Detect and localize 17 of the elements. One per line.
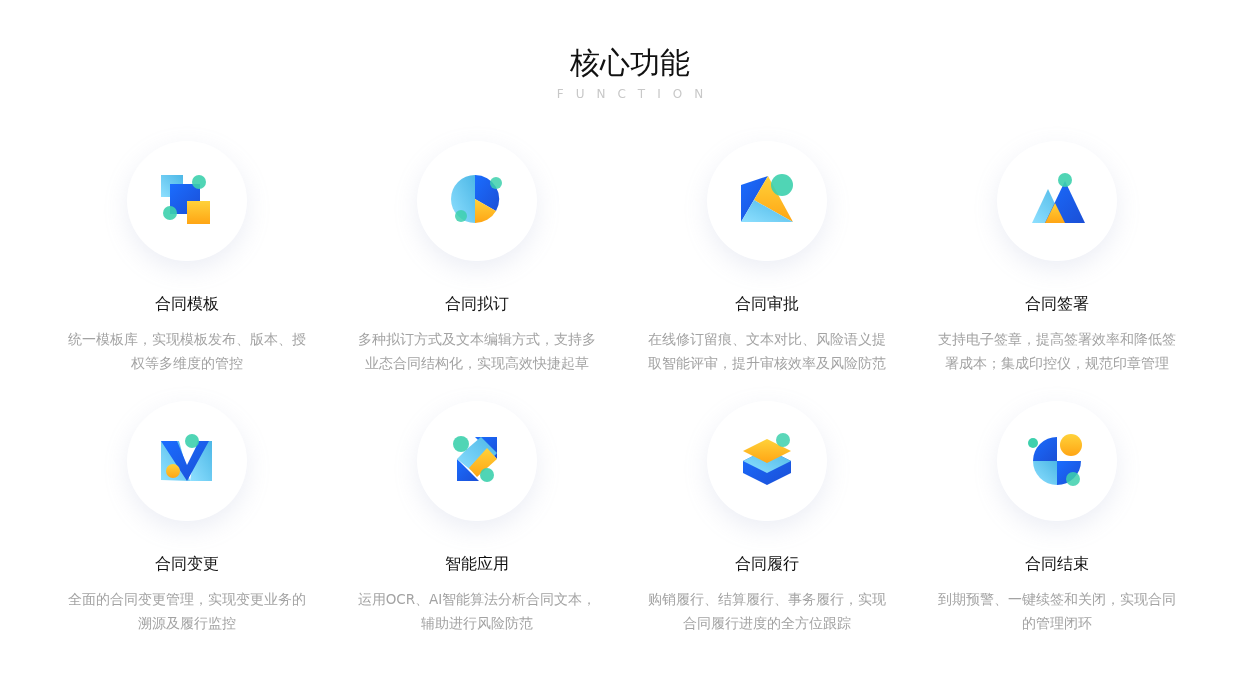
feature-description: 运用OCR、AI智能算法分析合同文本，辅助进行风险防范 [356,590,598,633]
feature-description: 统一模板库，实现模板发布、版本、授权等多维度的管控 [67,330,307,373]
feature-title: 合同拟订 [445,293,509,315]
feature-description: 购销履行、结算履行、事务履行，实现合同履行进度的全方位跟踪 [647,590,887,633]
feature-description: 到期预警、一键续签和关闭，实现合同的管理闭环 [937,590,1177,633]
feature-title: 合同履行 [735,553,799,575]
feature-description: 全面的合同变更管理，实现变更业务的溯源及履行监控 [67,590,307,633]
section-title: 核心功能 [570,44,690,82]
feature-description: 支持电子签章，提高签署效率和降低签署成本；集成印控仪，规范印章管理 [937,330,1177,373]
feature-title: 合同审批 [735,293,799,315]
feature-title: 合同签署 [1025,293,1089,315]
feature-description: 在线修订留痕、文本对比、风险语义提取智能评审，提升审核效率及风险防范 [647,330,887,373]
feature-title: 合同结束 [1025,553,1089,575]
feature-title: 合同变更 [155,553,219,575]
feature-title: 智能应用 [445,553,509,575]
feature-description: 多种拟订方式及文本编辑方式，支持多业态合同结构化，实现高效快捷起草 [357,330,597,373]
feature-title: 合同模板 [155,293,219,315]
